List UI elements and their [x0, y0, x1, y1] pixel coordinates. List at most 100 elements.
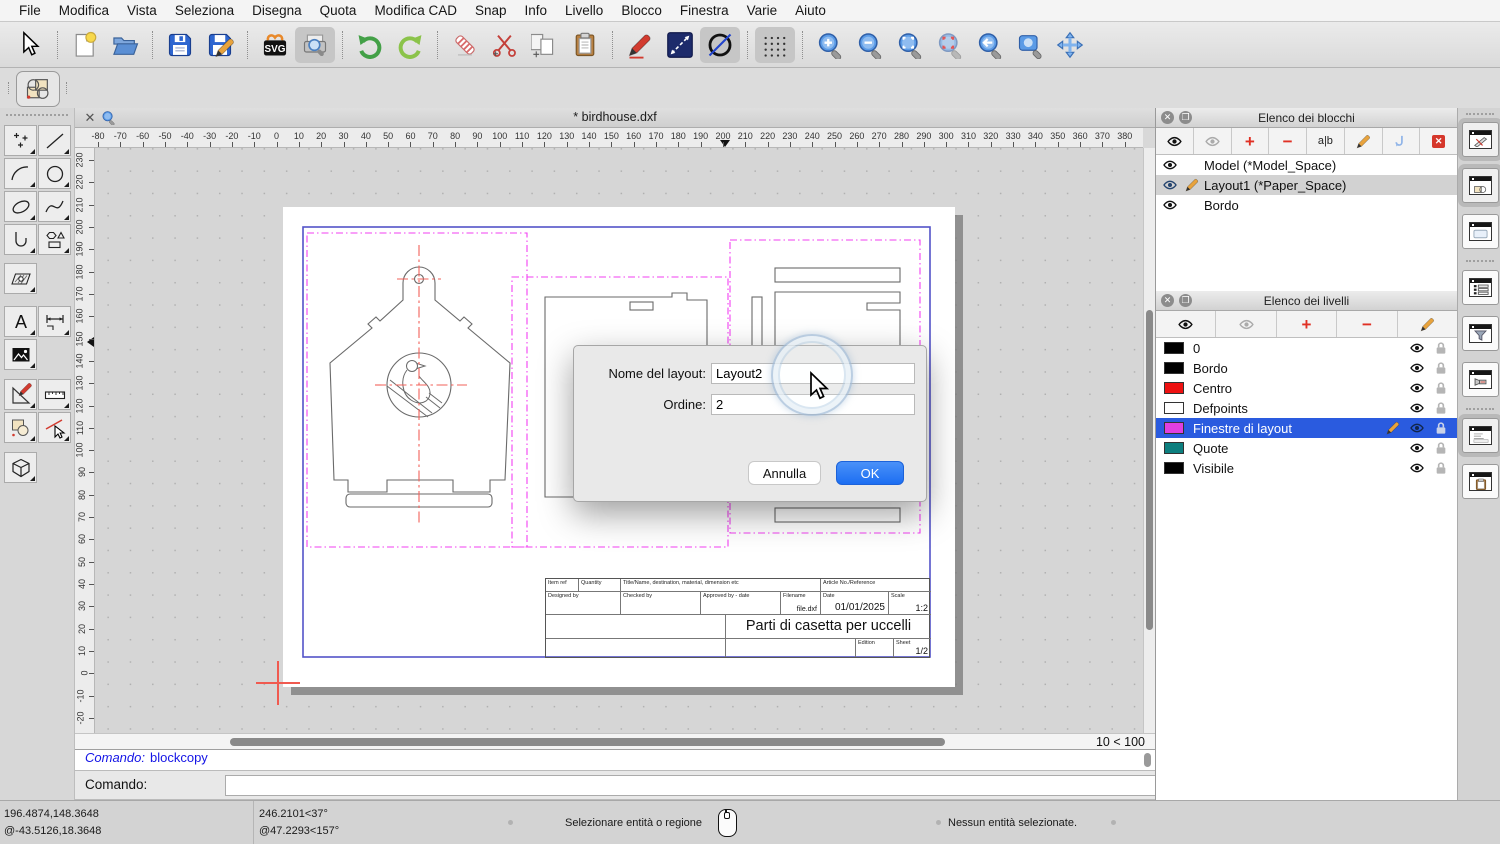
measurement-panel-button[interactable] — [1462, 362, 1499, 397]
v-scrollbar-thumb[interactable] — [1146, 310, 1153, 630]
eye-icon[interactable] — [1409, 360, 1425, 376]
eye-icon[interactable] — [1162, 177, 1178, 193]
menu-finestra[interactable]: Finestra — [671, 0, 738, 22]
ellipse-tool[interactable] — [4, 191, 37, 222]
polyline-tool[interactable] — [4, 224, 37, 255]
pan-zoom-button[interactable] — [1050, 27, 1090, 63]
draw-pencil-button[interactable] — [620, 27, 660, 63]
eye-icon[interactable] — [1409, 420, 1425, 436]
hide-all-blocks-button[interactable] — [1194, 128, 1232, 154]
clipboard-panel-button[interactable] — [1462, 464, 1499, 499]
print-preview-button[interactable] — [295, 27, 335, 63]
block-row-bordo[interactable]: Bordo — [1156, 195, 1457, 215]
lock-icon[interactable] — [1433, 360, 1449, 376]
ok-button[interactable]: OK — [836, 461, 904, 485]
pointer-tool-button[interactable] — [10, 27, 50, 63]
eye-icon[interactable] — [1409, 440, 1425, 456]
copy-button[interactable] — [525, 27, 565, 63]
block-tool[interactable] — [4, 412, 37, 443]
insert-block-button[interactable] — [1383, 128, 1421, 154]
menu-quota[interactable]: Quota — [311, 0, 366, 22]
block-row-model[interactable]: Model (*Model_Space) — [1156, 155, 1457, 175]
layer-color-swatch[interactable] — [1164, 382, 1184, 394]
layer-row-centro[interactable]: Centro — [1156, 378, 1457, 398]
layer-row-defpoints[interactable]: Defpoints — [1156, 398, 1457, 418]
zoom-previous-button[interactable] — [970, 27, 1010, 63]
h-scrollbar-thumb[interactable] — [230, 738, 945, 746]
spline-tool[interactable] — [38, 191, 71, 222]
edit-block-button[interactable] — [1345, 128, 1383, 154]
edit-layer-button[interactable] — [1398, 311, 1457, 337]
menu-info[interactable]: Info — [516, 0, 557, 22]
svg-export-button[interactable]: SVG — [255, 27, 295, 63]
remove-layer-button[interactable]: − — [1337, 311, 1397, 337]
menu-file[interactable]: File — [10, 0, 50, 22]
hatch-tool[interactable] — [4, 263, 37, 294]
h-scrollbar[interactable]: 10 < 100 — [75, 733, 1155, 749]
image-tool[interactable] — [4, 339, 37, 370]
save-button[interactable] — [160, 27, 200, 63]
menu-livello[interactable]: Livello — [556, 0, 612, 22]
selection-filter-panel-button[interactable] — [1462, 316, 1499, 351]
history-scrollbar-thumb[interactable] — [1144, 753, 1151, 767]
cut-button[interactable] — [485, 27, 525, 63]
hide-all-layers-button[interactable] — [1216, 311, 1276, 337]
block-list-panel-button[interactable] — [1462, 168, 1499, 203]
add-block-button[interactable]: + — [1232, 128, 1270, 154]
dimension-tool[interactable] — [38, 306, 71, 337]
list-view-panel-button[interactable] — [1462, 270, 1499, 305]
menu-snap[interactable]: Snap — [466, 0, 516, 22]
layer-row-quote[interactable]: Quote — [1156, 438, 1457, 458]
rename-block-button[interactable]: a|b — [1307, 128, 1345, 154]
cancel-button[interactable]: Annulla — [748, 461, 821, 485]
menu-vista[interactable]: Vista — [118, 0, 166, 22]
measure-tool[interactable] — [38, 379, 71, 410]
menu-modifica-cad[interactable]: Modifica CAD — [365, 0, 466, 22]
add-layer-button[interactable]: + — [1277, 311, 1337, 337]
modify-tool[interactable] — [4, 379, 37, 410]
open-file-button[interactable] — [105, 27, 145, 63]
property-editor-panel-button[interactable] — [1462, 122, 1499, 157]
circle-tool[interactable] — [38, 158, 71, 189]
new-file-button[interactable] — [65, 27, 105, 63]
redo-button[interactable] — [390, 27, 430, 63]
layer-color-swatch[interactable] — [1164, 362, 1184, 374]
zoom-selection-button[interactable] — [930, 27, 970, 63]
eye-icon[interactable] — [1409, 340, 1425, 356]
circle-slash-button[interactable] — [700, 27, 740, 63]
menu-blocco[interactable]: Blocco — [612, 0, 671, 22]
library-browser-panel-button[interactable] — [1462, 214, 1499, 249]
layer-color-swatch[interactable] — [1164, 402, 1184, 414]
block-row-layout1[interactable]: Layout1 (*Paper_Space) — [1156, 175, 1457, 195]
show-all-blocks-button[interactable] — [1156, 128, 1194, 154]
pencil-icon[interactable] — [1385, 420, 1401, 436]
menu-modifica[interactable]: Modifica — [50, 0, 118, 22]
layer-row-0[interactable]: 0 — [1156, 338, 1457, 358]
layer-row-finestre-di-layout[interactable]: Finestre di layout — [1156, 418, 1457, 438]
paste-button[interactable] — [565, 27, 605, 63]
auto-zoom-button[interactable] — [890, 27, 930, 63]
menu-seleziona[interactable]: Seleziona — [166, 0, 243, 22]
menu-varie[interactable]: Varie — [738, 0, 787, 22]
arc-tool[interactable] — [4, 158, 37, 189]
command-line-panel-button[interactable] — [1462, 418, 1499, 453]
block-insert-button[interactable] — [16, 71, 60, 107]
layer-color-swatch[interactable] — [1164, 442, 1184, 454]
grid-toggle-button[interactable] — [755, 27, 795, 63]
eye-icon[interactable] — [1409, 400, 1425, 416]
solid-tool[interactable] — [4, 452, 37, 483]
eye-icon[interactable] — [1162, 157, 1178, 173]
delete-button[interactable] — [445, 27, 485, 63]
menu-aiuto[interactable]: Aiuto — [786, 0, 835, 22]
layer-color-swatch[interactable] — [1164, 422, 1184, 434]
layer-row-visibile[interactable]: Visibile — [1156, 458, 1457, 478]
distance-line-button[interactable] — [660, 27, 700, 63]
points-tool[interactable] — [4, 125, 37, 156]
menu-disegna[interactable]: Disegna — [243, 0, 311, 22]
eye-icon[interactable] — [1409, 460, 1425, 476]
eye-icon[interactable] — [1162, 197, 1178, 213]
lock-icon[interactable] — [1433, 420, 1449, 436]
purge-block-button[interactable]: ✕ — [1420, 128, 1457, 154]
zoom-window-button[interactable] — [1010, 27, 1050, 63]
lock-icon[interactable] — [1433, 440, 1449, 456]
